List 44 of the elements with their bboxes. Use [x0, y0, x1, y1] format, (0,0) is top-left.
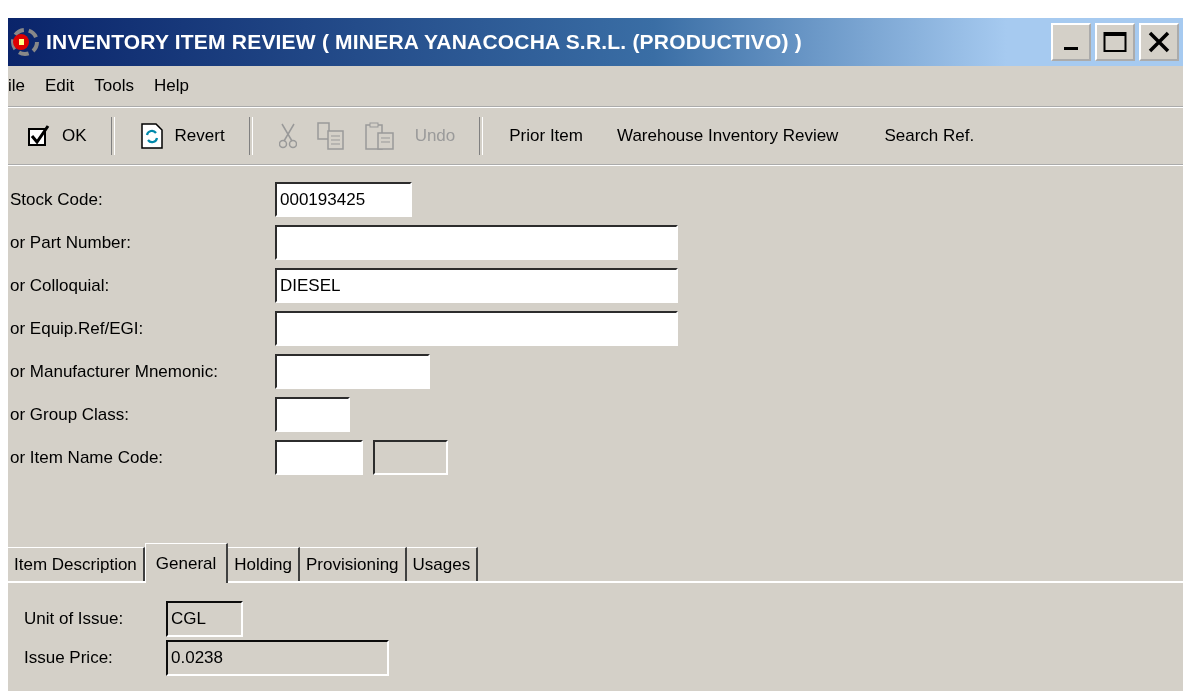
input-field[interactable]: [275, 440, 363, 475]
input-field[interactable]: 000193425: [275, 182, 412, 217]
copy-icon: [316, 122, 345, 150]
field-label: or Equip.Ref/EGI:: [10, 318, 145, 339]
field-label: or Colloquial:: [10, 275, 111, 296]
tab[interactable]: Holding: [228, 547, 300, 581]
window-title: INVENTORY ITEM REVIEW ( MINERA YANACOCHA S.R.L. (PRODUCTIVO) ): [46, 30, 803, 54]
tab[interactable]: General: [144, 543, 229, 583]
menu-item[interactable]: Help: [154, 76, 189, 96]
menu-item[interactable]: ile: [8, 76, 25, 96]
close-icon: [1148, 31, 1170, 53]
toolbar-button[interactable]: OK: [18, 120, 97, 152]
minimize-button[interactable]: [1051, 23, 1091, 61]
input-field[interactable]: CGL: [166, 600, 243, 637]
maximize-button[interactable]: [1095, 23, 1135, 61]
tab[interactable]: Usages: [406, 547, 479, 581]
close-button[interactable]: [1139, 23, 1179, 61]
field-label: or Part Number:: [10, 232, 132, 253]
toolbar-button[interactable]: Warehouse Inventory Review: [606, 122, 849, 150]
field-label: or Item Name Code:: [10, 447, 165, 468]
toolbar-button[interactable]: Search Ref.: [874, 122, 985, 150]
menu-item[interactable]: Edit: [45, 76, 75, 96]
toolbar-button[interactable]: Revert: [130, 119, 235, 153]
field-label: or Group Class:: [10, 404, 131, 425]
refresh-icon: [140, 123, 163, 149]
paste-icon: [364, 122, 395, 150]
input-field[interactable]: [275, 354, 430, 389]
input-field[interactable]: DIESEL: [275, 268, 678, 303]
field-label: Issue Price:: [24, 647, 114, 668]
input-field[interactable]: [275, 397, 350, 432]
tab[interactable]: Item Description: [8, 547, 145, 581]
field-label: or Manufacturer Mnemonic:: [10, 361, 219, 382]
input-field[interactable]: [275, 311, 678, 346]
minimize-icon: [1063, 47, 1079, 51]
maximize-icon: [1103, 31, 1127, 53]
scissors-icon: [278, 123, 297, 149]
input-field[interactable]: 0.0238: [166, 639, 389, 676]
field-label: Unit of Issue:: [24, 608, 125, 629]
app-logo-icon: [10, 27, 40, 57]
toolbar-button[interactable]: Prior Item: [499, 122, 593, 150]
field-label: Stock Code:: [10, 189, 104, 210]
menu-item[interactable]: Tools: [94, 76, 134, 96]
input-field[interactable]: [275, 225, 678, 260]
tab[interactable]: Provisioning: [299, 547, 407, 581]
